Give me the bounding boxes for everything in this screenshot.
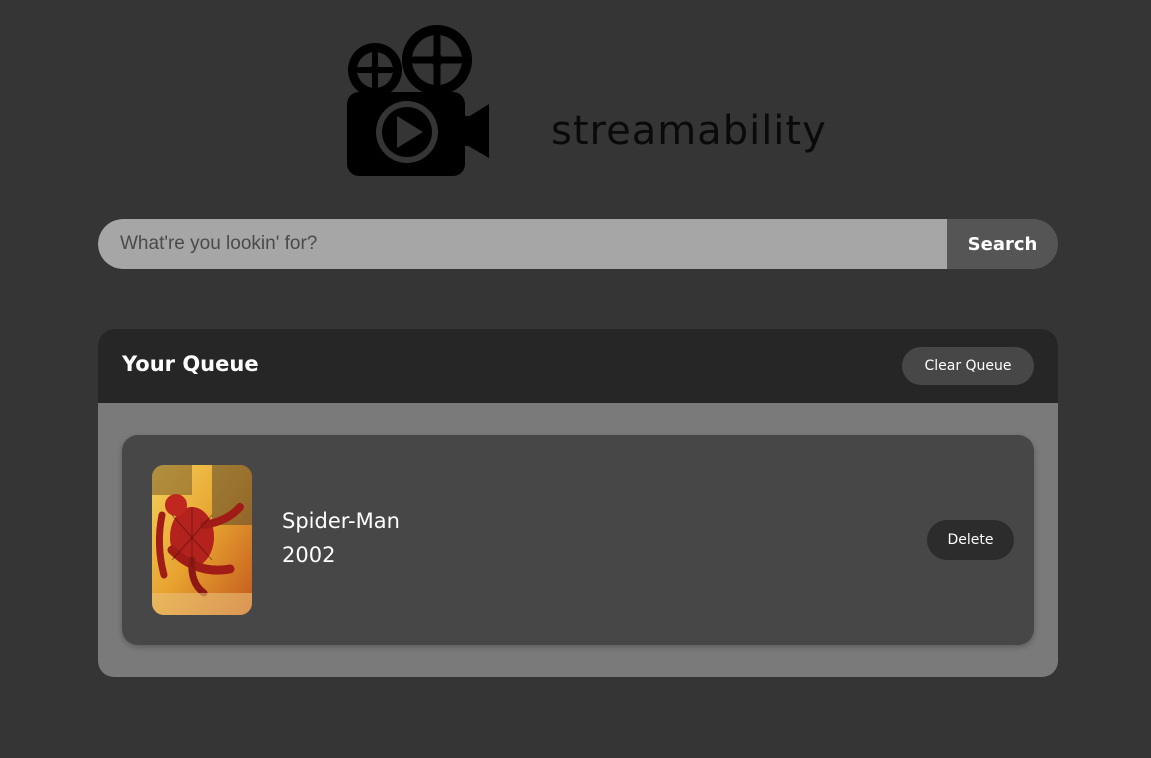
movie-info: Spider-Man 2002 xyxy=(282,505,400,573)
search-bar: Search xyxy=(98,219,1058,269)
search-input[interactable] xyxy=(98,219,947,269)
page: streamability Search Your Queue Clear Qu… xyxy=(0,0,1151,758)
queue-header: Your Queue Clear Queue xyxy=(98,329,1058,403)
queue-item: Spider-Man 2002 Delete xyxy=(122,435,1034,645)
brand-name: streamability xyxy=(551,108,827,154)
queue-panel: Your Queue Clear Queue Spider-Man 2002 D… xyxy=(98,329,1058,677)
queue-title: Your Queue xyxy=(122,352,259,376)
clear-queue-button[interactable]: Clear Queue xyxy=(902,347,1034,385)
movie-year: 2002 xyxy=(282,543,336,567)
movie-poster xyxy=(152,465,252,615)
film-camera-icon xyxy=(345,24,493,178)
movie-title: Spider-Man xyxy=(282,509,400,533)
search-button[interactable]: Search xyxy=(947,219,1058,269)
queue-list: Spider-Man 2002 Delete xyxy=(98,403,1058,677)
delete-button[interactable]: Delete xyxy=(927,520,1014,560)
